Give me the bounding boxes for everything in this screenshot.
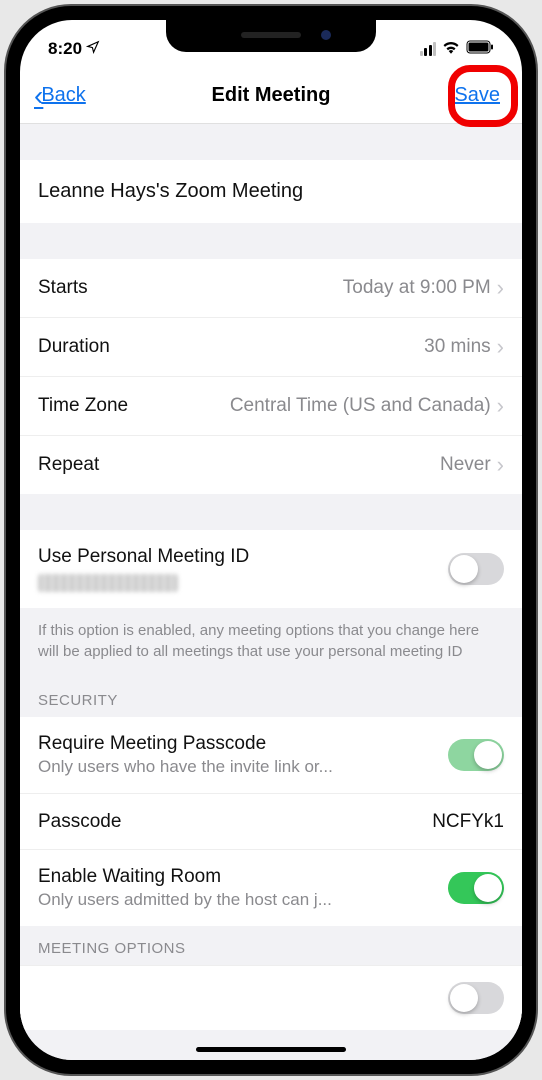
location-icon <box>86 39 100 59</box>
waiting-room-toggle[interactable] <box>448 872 504 904</box>
require-passcode-toggle[interactable] <box>448 739 504 771</box>
wifi-icon <box>442 39 460 59</box>
starts-row[interactable]: Starts Today at 9:00 PM › <box>20 259 522 317</box>
chevron-right-icon: › <box>497 393 504 419</box>
content-scroll[interactable]: Leanne Hays's Zoom Meeting Starts Today … <box>20 124 522 1060</box>
passcode-value: NCFYk1 <box>432 811 504 833</box>
front-camera <box>321 30 331 40</box>
battery-icon <box>466 39 494 59</box>
page-title: Edit Meeting <box>212 84 331 107</box>
cutoff-row[interactable] <box>20 965 522 1030</box>
pmi-labels: Use Personal Meeting ID <box>38 546 249 592</box>
cutoff-toggle[interactable] <box>448 982 504 1014</box>
duration-value: 30 mins › <box>424 334 504 360</box>
starts-label: Starts <box>38 277 88 299</box>
save-button[interactable]: Save <box>446 78 508 113</box>
passcode-label: Passcode <box>38 811 121 833</box>
require-passcode-row[interactable]: Require Meeting Passcode Only users who … <box>20 717 522 793</box>
toggle-knob <box>450 984 478 1012</box>
pmi-footer: If this option is enabled, any meeting o… <box>20 608 522 678</box>
security-header: SECURITY <box>20 678 522 717</box>
back-label: Back <box>41 84 85 107</box>
waiting-room-sub: Only users admitted by the host can j... <box>38 890 332 910</box>
back-button[interactable]: ‹ Back <box>34 80 86 112</box>
toggle-knob <box>474 874 502 902</box>
passcode-row[interactable]: Passcode NCFYk1 <box>20 793 522 849</box>
spacer <box>20 223 522 259</box>
repeat-row[interactable]: Repeat Never › <box>20 435 522 494</box>
chevron-right-icon: › <box>497 452 504 478</box>
timezone-label: Time Zone <box>38 395 128 417</box>
toggle-knob <box>474 741 502 769</box>
chevron-right-icon: › <box>497 334 504 360</box>
pmi-row[interactable]: Use Personal Meeting ID <box>20 530 522 608</box>
repeat-label: Repeat <box>38 454 99 476</box>
require-passcode-sub: Only users who have the invite link or..… <box>38 757 333 777</box>
pmi-toggle[interactable] <box>448 553 504 585</box>
meeting-name-cell[interactable]: Leanne Hays's Zoom Meeting <box>20 160 522 223</box>
clock-text: 8:20 <box>48 39 82 59</box>
home-indicator[interactable] <box>196 1047 346 1052</box>
cellular-icon <box>420 42 437 56</box>
timezone-value: Central Time (US and Canada) › <box>230 393 504 419</box>
notch <box>166 20 376 52</box>
speaker-grill <box>241 32 301 38</box>
nav-bar: ‹ Back Edit Meeting Save <box>20 68 522 124</box>
repeat-value: Never › <box>440 452 504 478</box>
phone-frame: 8:20 ‹ Back Edit <box>6 6 536 1074</box>
phone-screen: 8:20 ‹ Back Edit <box>20 20 522 1060</box>
duration-row[interactable]: Duration 30 mins › <box>20 317 522 376</box>
starts-value: Today at 9:00 PM › <box>343 275 504 301</box>
pmi-id-blurred <box>38 574 178 592</box>
spacer <box>20 494 522 530</box>
waiting-room-label: Enable Waiting Room <box>38 866 332 888</box>
meeting-options-header: MEETING OPTIONS <box>20 926 522 965</box>
status-time: 8:20 <box>48 39 100 59</box>
waiting-room-row[interactable]: Enable Waiting Room Only users admitted … <box>20 849 522 926</box>
spacer <box>20 124 522 160</box>
timezone-row[interactable]: Time Zone Central Time (US and Canada) › <box>20 376 522 435</box>
require-passcode-labels: Require Meeting Passcode Only users who … <box>38 733 333 777</box>
status-indicators <box>420 39 495 59</box>
toggle-knob <box>450 555 478 583</box>
pmi-label: Use Personal Meeting ID <box>38 546 249 568</box>
duration-label: Duration <box>38 336 110 358</box>
chevron-right-icon: › <box>497 275 504 301</box>
require-passcode-label: Require Meeting Passcode <box>38 733 333 755</box>
waiting-room-labels: Enable Waiting Room Only users admitted … <box>38 866 332 910</box>
